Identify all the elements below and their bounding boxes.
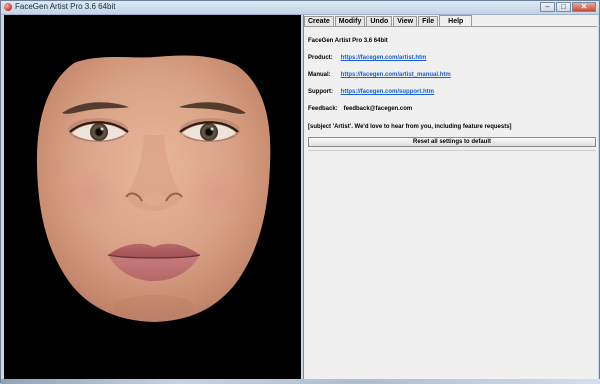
tab-create[interactable]: Create bbox=[304, 16, 334, 26]
feedback-email: feedback@facegen.com bbox=[343, 106, 413, 112]
tab-modify[interactable]: Modify bbox=[334, 16, 366, 26]
maximize-button[interactable]: □ bbox=[556, 2, 571, 12]
face-viewport[interactable] bbox=[4, 15, 301, 380]
minimize-button[interactable]: – bbox=[540, 2, 555, 12]
title-bar[interactable]: FaceGen Artist Pro 3.6 64bit – □ ✕ bbox=[1, 1, 599, 15]
tab-help[interactable]: Help bbox=[439, 15, 473, 26]
feedback-row: Feedback: feedback@facegen.com bbox=[308, 106, 412, 112]
manual-label: Manual: bbox=[308, 72, 331, 78]
manual-row: Manual: https://facegen.com/artist_manua… bbox=[308, 72, 451, 78]
product-link[interactable]: https://facegen.com/artist.htm bbox=[341, 55, 427, 61]
reset-settings-button[interactable]: Reset all settings to default bbox=[308, 137, 596, 147]
feedback-label: Feedback: bbox=[308, 106, 338, 112]
tab-undo[interactable]: Undo bbox=[366, 16, 393, 26]
support-label: Support: bbox=[308, 89, 333, 95]
support-link[interactable]: https://facegen.com/support.htm bbox=[341, 89, 434, 95]
feedback-note: [subject 'Artist'. We'd love to hear fro… bbox=[308, 124, 512, 130]
taskbar-strip bbox=[1, 379, 600, 384]
window-title: FaceGen Artist Pro 3.6 64bit bbox=[15, 2, 116, 11]
help-heading: FaceGen Artist Pro 3.6 64bit bbox=[308, 38, 388, 44]
panel-separator bbox=[308, 150, 596, 151]
product-row: Product: https://facegen.com/artist.htm bbox=[308, 55, 426, 61]
tab-file[interactable]: File bbox=[418, 16, 439, 26]
support-row: Support: https://facegen.com/support.htm bbox=[308, 89, 434, 95]
window-controls: – □ ✕ bbox=[539, 2, 596, 12]
tab-view[interactable]: View bbox=[393, 16, 418, 26]
facegen-app-icon bbox=[4, 3, 12, 11]
face-render[interactable] bbox=[4, 15, 301, 380]
close-button[interactable]: ✕ bbox=[572, 2, 596, 12]
control-panel: Create Modify Undo View File Help FaceGe… bbox=[303, 15, 598, 380]
app-window: FaceGen Artist Pro 3.6 64bit – □ ✕ Creat… bbox=[0, 0, 600, 384]
product-label: Product: bbox=[308, 55, 333, 61]
tab-divider bbox=[304, 26, 597, 27]
manual-link[interactable]: https://facegen.com/artist_manual.htm bbox=[341, 72, 451, 78]
